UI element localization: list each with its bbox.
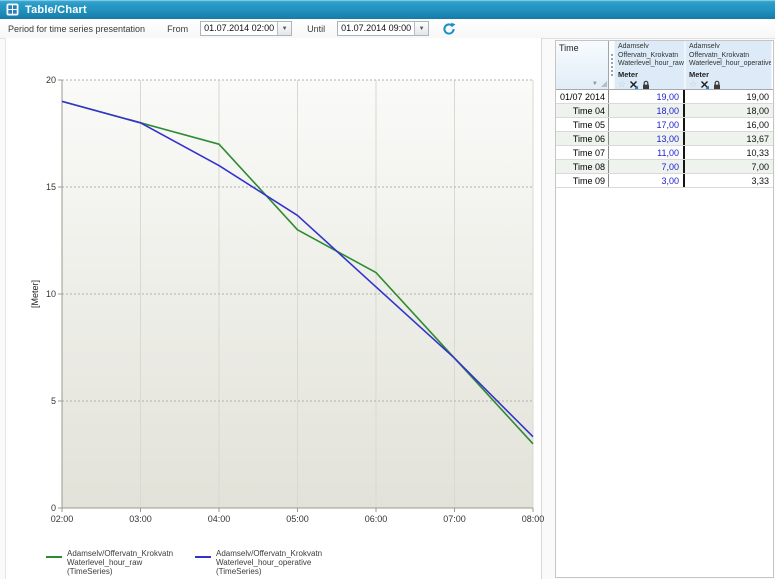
from-date-field[interactable]: 01.07.2014 02:00 ▼ bbox=[200, 21, 292, 36]
y-axis-title: [Meter] bbox=[30, 280, 40, 308]
chart-legend: Adamselv/Offervatn_Krokvatn Waterlevel_h… bbox=[46, 549, 340, 577]
x-tick-label: 05:00 bbox=[286, 514, 309, 524]
time-cell[interactable]: Time 06 bbox=[556, 132, 609, 145]
raw-value-cell[interactable]: 7,00 bbox=[609, 160, 685, 173]
operative-value-cell[interactable]: 7,00 bbox=[685, 160, 772, 173]
operative-value-cell[interactable]: 3,33 bbox=[685, 174, 772, 187]
series-name: Adamselv Offervatn_Krokvatn Waterlevel_h… bbox=[689, 43, 769, 69]
x-marker-icon[interactable] bbox=[700, 80, 709, 89]
time-cell[interactable]: Time 08 bbox=[556, 160, 609, 173]
until-dropdown-button[interactable]: ▼ bbox=[414, 22, 428, 35]
from-label: From bbox=[167, 24, 188, 34]
raw-value-cell[interactable]: 19,00 bbox=[609, 90, 685, 103]
lock-icon[interactable] bbox=[713, 80, 721, 89]
legend-item: Adamselv/Offervatn_Krokvatn Waterlevel_h… bbox=[195, 549, 322, 577]
until-date-value[interactable]: 01.07.2014 09:00 bbox=[338, 22, 414, 35]
time-cell[interactable]: Time 05 bbox=[556, 118, 609, 131]
raw-value-cell[interactable]: 3,00 bbox=[609, 174, 685, 187]
x-tick-label: 04:00 bbox=[208, 514, 231, 524]
table-body: 01/07 201419,0019,00Time 0418,0018,00Tim… bbox=[556, 90, 773, 188]
raw-value-cell[interactable]: 18,00 bbox=[609, 104, 685, 117]
period-label: Period for time series presentation bbox=[8, 24, 145, 34]
y-tick-label: 5 bbox=[51, 396, 56, 406]
legend-swatch bbox=[46, 556, 62, 558]
table-chart-icon bbox=[6, 3, 19, 16]
favorite-icon[interactable]: ☆ bbox=[689, 80, 697, 89]
table-row: 01/07 201419,0019,00 bbox=[556, 90, 773, 104]
filter-icon[interactable]: ▼ bbox=[592, 80, 598, 88]
time-cell[interactable]: Time 04 bbox=[556, 104, 609, 117]
refresh-icon bbox=[442, 22, 456, 36]
operative-value-cell[interactable]: 18,00 bbox=[685, 104, 772, 117]
table-chart-window: Table/Chart Period for time series prese… bbox=[0, 0, 775, 579]
x-tick-label: 03:00 bbox=[129, 514, 152, 524]
column-header-time[interactable]: Time ▼ ◢ bbox=[556, 41, 609, 89]
x-tick-label: 08:00 bbox=[522, 514, 545, 524]
y-tick-label: 0 bbox=[51, 503, 56, 513]
raw-value-cell[interactable]: 17,00 bbox=[609, 118, 685, 131]
legend-item: Adamselv/Offervatn_Krokvatn Waterlevel_h… bbox=[46, 549, 177, 577]
x-tick-label: 02:00 bbox=[51, 514, 74, 524]
until-label: Until bbox=[307, 24, 325, 34]
operative-value-cell[interactable]: 10,33 bbox=[685, 146, 772, 159]
column-header-operative[interactable]: Adamselv Offervatn_Krokvatn Waterlevel_h… bbox=[685, 41, 772, 89]
lock-icon[interactable] bbox=[642, 80, 650, 89]
y-tick-label: 10 bbox=[46, 289, 56, 299]
operative-value-cell[interactable]: 19,00 bbox=[685, 90, 772, 103]
table-header-row: Time ▼ ◢ Adamselv Offervatn_Krokvatn Wat… bbox=[556, 41, 773, 90]
table-row: Time 0613,0013,67 bbox=[556, 132, 773, 146]
operative-value-cell[interactable]: 13,67 bbox=[685, 132, 772, 145]
column-header-raw[interactable]: Adamselv Offervatn_Krokvatn Waterlevel_h… bbox=[614, 41, 685, 89]
raw-value-cell[interactable]: 13,00 bbox=[609, 132, 685, 145]
until-date-field[interactable]: 01.07.2014 09:00 ▼ bbox=[337, 21, 429, 36]
favorite-icon[interactable]: ☆ bbox=[618, 80, 626, 89]
table-row: Time 0517,0016,00 bbox=[556, 118, 773, 132]
operative-value-cell[interactable]: 16,00 bbox=[685, 118, 772, 131]
table-row: Time 0711,0010,33 bbox=[556, 146, 773, 160]
unit-label: Meter bbox=[689, 70, 769, 79]
unit-label: Meter bbox=[618, 70, 682, 79]
refresh-button[interactable] bbox=[441, 21, 457, 37]
window-title: Table/Chart bbox=[25, 4, 87, 16]
drag-dots-icon bbox=[611, 54, 613, 76]
y-tick-label: 20 bbox=[46, 75, 56, 85]
time-cell[interactable]: Time 07 bbox=[556, 146, 609, 159]
table-row: Time 093,003,33 bbox=[556, 174, 773, 188]
chevron-down-icon: ▼ bbox=[419, 26, 425, 32]
from-dropdown-button[interactable]: ▼ bbox=[277, 22, 291, 35]
legend-swatch bbox=[195, 556, 211, 558]
data-table: Time ▼ ◢ Adamselv Offervatn_Krokvatn Wat… bbox=[555, 40, 774, 578]
chart: 02:00 03:00 04:00 05:00 06:00 07:00 08:00 0 5 10 1… bbox=[0, 38, 553, 579]
x-tick-label: 06:00 bbox=[365, 514, 388, 524]
chevron-down-icon: ▼ bbox=[282, 26, 288, 32]
time-cell[interactable]: Time 09 bbox=[556, 174, 609, 187]
legend-label: Adamselv/Offervatn_Krokvatn Waterlevel_h… bbox=[216, 549, 322, 577]
from-date-value[interactable]: 01.07.2014 02:00 bbox=[201, 22, 277, 35]
y-tick-label: 15 bbox=[46, 182, 56, 192]
table-row: Time 0418,0018,00 bbox=[556, 104, 773, 118]
window-titlebar: Table/Chart bbox=[0, 0, 775, 19]
period-toolbar: Period for time series presentation From… bbox=[0, 19, 775, 39]
table-row: Time 087,007,00 bbox=[556, 160, 773, 174]
resize-grip-icon[interactable]: ◢ bbox=[601, 80, 607, 88]
raw-value-cell[interactable]: 11,00 bbox=[609, 146, 685, 159]
series-name: Adamselv Offervatn_Krokvatn Waterlevel_h… bbox=[618, 43, 682, 69]
time-cell[interactable]: 01/07 2014 bbox=[556, 90, 609, 103]
x-tick-label: 07:00 bbox=[443, 514, 466, 524]
time-column-label: Time bbox=[559, 43, 579, 53]
legend-label: Adamselv/Offervatn_Krokvatn Waterlevel_h… bbox=[67, 549, 177, 577]
x-marker-icon[interactable] bbox=[629, 80, 638, 89]
